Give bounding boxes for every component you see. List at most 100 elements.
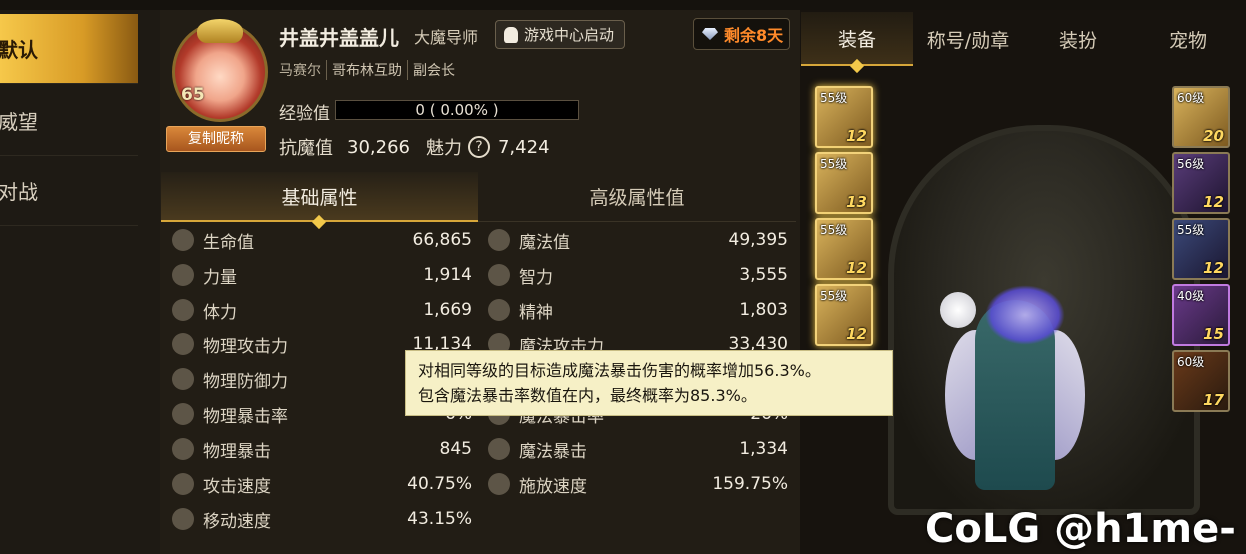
equip-level: 55级: [820, 91, 848, 105]
tab-title-medal[interactable]: 称号/勋章: [913, 12, 1023, 66]
stat-spirit: 精神 1,803: [488, 293, 788, 327]
exp-bar: 0 ( 0.00% ): [335, 100, 579, 120]
tab-avatar[interactable]: 装扮: [1023, 12, 1133, 66]
stat-value: 1,669: [423, 300, 472, 320]
sidebar-item-label: 威望: [0, 110, 38, 134]
resist-charm-row: 抗魔值 30,266 魅力 ? 7,424: [279, 134, 550, 160]
stat-value: 40.75%: [407, 474, 472, 494]
stat-move-speed: 移动速度 43.15%: [172, 502, 472, 536]
character-tags: 马赛尔 哥布林互助 副会长: [279, 60, 460, 80]
stat-label: 移动速度: [203, 511, 271, 532]
stat-value: 49,395: [728, 230, 788, 250]
diamond-icon: [702, 28, 718, 40]
equip-level: 55级: [820, 289, 848, 303]
tooltip-line: 对相同等级的目标造成魔法暴击伤害的概率增加56.3%。: [418, 361, 821, 380]
stat-label: 魔法暴击: [519, 441, 587, 462]
stat-label: 物理防御力: [203, 371, 288, 392]
sidebar-item-label: 对战: [0, 180, 38, 204]
equip-level: 40级: [1177, 289, 1205, 303]
tab-equipment[interactable]: 装备: [801, 12, 913, 66]
crosshair-icon: [172, 438, 194, 460]
equip-enhance: 15: [1203, 325, 1224, 343]
cast-icon: [488, 473, 510, 495]
tab-label: 宠物: [1168, 29, 1207, 52]
stat-value: 159.75%: [712, 474, 788, 494]
remaining-days-badge: 剩余8天: [693, 18, 790, 50]
game-center-label: 游戏中心启动: [524, 26, 615, 44]
equip-slot[interactable]: 55级 13: [815, 152, 873, 214]
equip-level: 55级: [820, 157, 848, 171]
tab-label: 装备: [837, 28, 876, 51]
equip-slot[interactable]: 55级 12: [815, 218, 873, 280]
stat-value: 1,334: [739, 439, 788, 459]
spirit-icon: [488, 299, 510, 321]
equip-slot[interactable]: 60级 20: [1172, 86, 1230, 148]
stat-label: 精神: [519, 302, 553, 323]
stat-value: 43.15%: [407, 509, 472, 529]
tab-label: 高级属性值: [589, 187, 685, 209]
equip-slot[interactable]: 55级 12: [1172, 218, 1230, 280]
sidebar-item-default[interactable]: 默认: [0, 14, 138, 84]
charm-value: 7,424: [497, 136, 550, 158]
stat-label: 魔法值: [519, 232, 570, 253]
sidebar-item-prestige[interactable]: 威望: [0, 86, 138, 156]
equip-level: 55级: [1177, 223, 1205, 237]
resist-value: 30,266: [347, 136, 410, 158]
watermark: CoLG @h1me-: [925, 506, 1236, 552]
guild-tag[interactable]: 哥布林互助: [327, 60, 408, 80]
guild-role-tag: 副会长: [413, 63, 455, 79]
stat-value: 1,803: [739, 300, 788, 320]
equip-level: 56级: [1177, 157, 1205, 171]
sidebar: 默认 威望 对战: [0, 10, 160, 554]
game-center-icon: [504, 26, 518, 43]
stat-label: 力量: [203, 267, 237, 288]
equip-enhance: 12: [846, 127, 867, 145]
stat-physical-crit: 物理暴击 845: [172, 432, 472, 466]
crosshair-icon: [172, 403, 194, 425]
stat-mp: 魔法值 49,395: [488, 223, 788, 257]
top-strip: [0, 0, 1246, 10]
stat-label: 物理暴击: [203, 441, 271, 462]
sidebar-item-label: 默认: [0, 38, 38, 62]
stat-label: 生命值: [203, 232, 254, 253]
stat-label: 攻击速度: [203, 476, 271, 497]
character-job: 大魔导师: [414, 28, 479, 47]
stat-attack-speed: 攻击速度 40.75%: [172, 467, 472, 501]
game-center-launch-button[interactable]: 游戏中心启动: [495, 20, 625, 49]
server-tag: 马赛尔: [279, 60, 327, 80]
resist-label: 抗魔值: [279, 138, 333, 159]
charm-label: 魅力: [425, 138, 462, 159]
stat-strength: 力量 1,914: [172, 258, 472, 292]
heart-outline-icon: [488, 229, 510, 251]
copy-nickname-button[interactable]: 复制昵称: [166, 126, 266, 152]
stat-label: 智力: [519, 267, 553, 288]
sidebar-item-battle[interactable]: 对战: [0, 156, 138, 226]
tab-pet[interactable]: 宠物: [1133, 12, 1243, 66]
stat-vitality: 体力 1,669: [172, 293, 472, 327]
tooltip-line: 包含魔法暴击率数值在内，最终概率为85.3%。: [418, 386, 757, 405]
equip-enhance: 20: [1203, 127, 1224, 145]
stat-intelligence: 智力 3,555: [488, 258, 788, 292]
tab-label: 称号/勋章: [926, 29, 1010, 52]
stat-tooltip: 对相同等级的目标造成魔法暴击伤害的概率增加56.3%。 包含魔法暴击率数值在内，…: [405, 350, 893, 416]
help-icon[interactable]: ?: [467, 136, 490, 158]
magic-aura: [985, 285, 1065, 345]
tab-advanced-attributes[interactable]: 高级属性值: [478, 172, 796, 222]
crown-icon: [197, 19, 243, 43]
equip-slot[interactable]: 55级 12: [815, 86, 873, 148]
equip-slot[interactable]: 56级 12: [1172, 152, 1230, 214]
tab-label: 基础属性: [281, 186, 358, 209]
stat-value: 1,914: [423, 265, 472, 285]
tab-label: 装扮: [1058, 29, 1097, 52]
magic-crit-icon: [488, 438, 510, 460]
equip-slot[interactable]: 40级 15: [1172, 284, 1230, 346]
stat-value: 845: [439, 439, 472, 459]
avatar-level: 65: [181, 85, 205, 105]
sword-speed-icon: [172, 473, 194, 495]
equip-slot[interactable]: 60级 17: [1172, 350, 1230, 412]
boot-icon: [172, 508, 194, 530]
body-icon: [172, 299, 194, 321]
equip-enhance: 17: [1203, 391, 1224, 409]
equip-slot[interactable]: 55级 12: [815, 284, 873, 346]
fist-icon: [172, 264, 194, 286]
